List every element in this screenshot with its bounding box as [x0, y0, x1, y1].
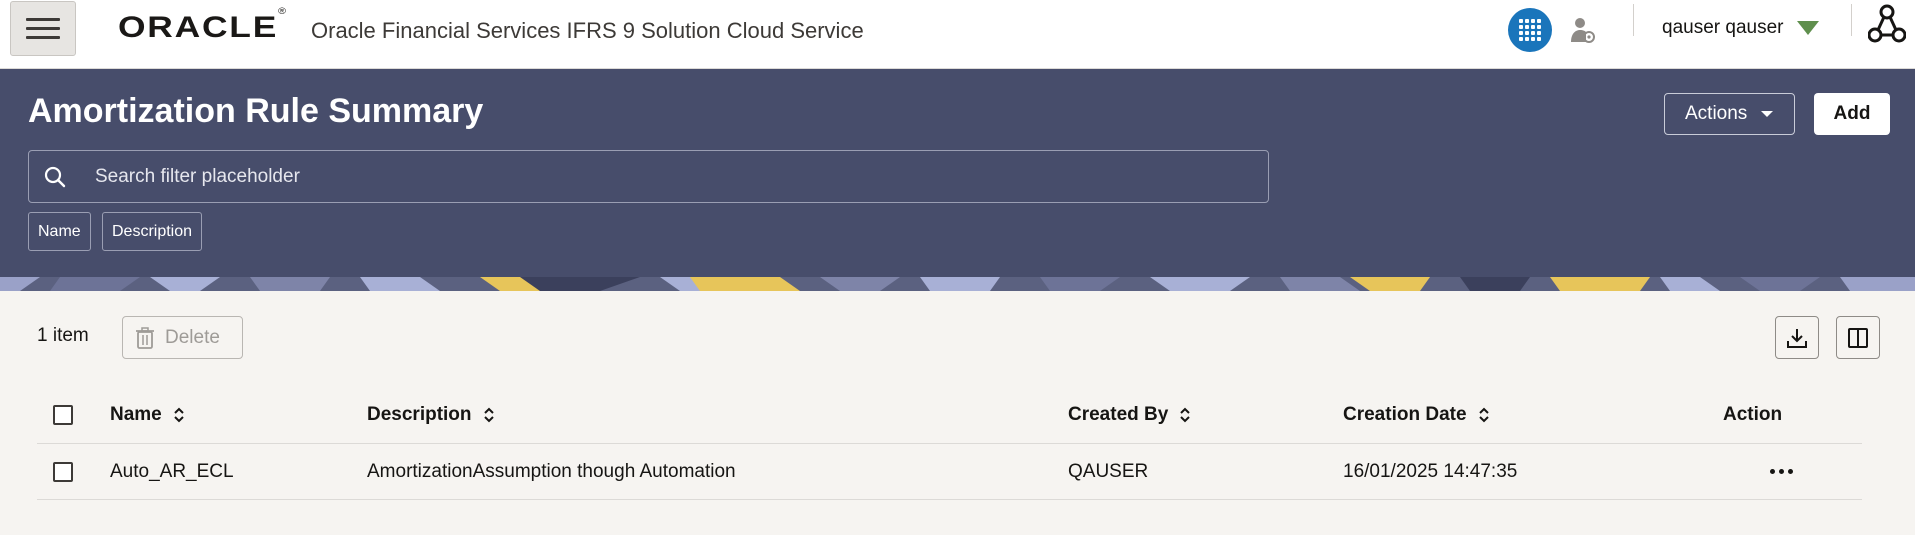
column-header-action: Action — [1723, 403, 1783, 425]
column-header-description[interactable]: Description — [367, 386, 496, 443]
column-header-label: Creation Date — [1343, 403, 1467, 425]
chevron-down-icon[interactable] — [1797, 21, 1819, 35]
sort-icon[interactable] — [1178, 406, 1192, 424]
sort-icon[interactable] — [1477, 406, 1491, 424]
row-select-cell — [53, 444, 73, 499]
search-icon — [29, 166, 81, 188]
page-header-banner: Amortization Rule Summary Actions Add Na… — [0, 69, 1915, 291]
user-name[interactable]: qauser qauser — [1662, 17, 1783, 39]
actions-menu-button[interactable]: Actions — [1664, 93, 1795, 135]
delete-label: Delete — [165, 326, 220, 348]
header-divider — [1851, 4, 1852, 36]
sort-icon[interactable] — [482, 406, 496, 424]
menu-icon-bar — [26, 27, 60, 30]
table-row[interactable]: Auto_AR_ECL AmortizationAssumption thoug… — [37, 444, 1862, 500]
hierarchy-icon[interactable] — [1868, 4, 1906, 44]
actions-label: Actions — [1685, 103, 1748, 124]
menu-icon-bar — [26, 36, 60, 39]
sort-icon[interactable] — [172, 406, 186, 424]
trash-icon — [136, 326, 154, 349]
column-header-name[interactable]: Name — [110, 386, 186, 443]
user-settings-icon[interactable] — [1570, 16, 1596, 44]
app-grid-button[interactable] — [1508, 8, 1552, 52]
menu-button[interactable] — [10, 1, 76, 56]
item-count: 1 item — [37, 325, 89, 346]
search-input[interactable] — [95, 165, 1255, 188]
select-all-cell — [53, 386, 73, 443]
select-all-checkbox[interactable] — [53, 404, 73, 425]
caret-down-icon — [1761, 111, 1774, 117]
column-header-label: Description — [367, 403, 472, 425]
app-title: Oracle Financial Services IFRS 9 Solutio… — [311, 18, 864, 43]
cell-name[interactable]: Auto_AR_ECL — [110, 444, 234, 499]
filter-chip-description[interactable]: Description — [102, 212, 203, 251]
filter-chip-name[interactable]: Name — [28, 212, 91, 251]
column-header-label: Created By — [1068, 403, 1169, 425]
amortization-rules-table: Name Description Created By Creation Dat… — [37, 386, 1862, 500]
menu-icon-bar — [26, 18, 60, 21]
header-divider — [1633, 4, 1634, 36]
download-button[interactable] — [1775, 316, 1819, 359]
row-checkbox[interactable] — [53, 461, 73, 482]
cell-creation-date: 16/01/2025 14:47:35 — [1343, 460, 1518, 482]
decorative-banner-pattern — [0, 277, 1915, 291]
columns-icon — [1848, 327, 1868, 348]
oracle-logo: ORACLE® — [118, 6, 286, 44]
column-header-created-by[interactable]: Created By — [1068, 386, 1192, 443]
page-title: Amortization Rule Summary — [28, 92, 484, 130]
more-actions-icon[interactable] — [1770, 469, 1793, 474]
column-header-label: Name — [110, 403, 162, 425]
add-button[interactable]: Add — [1814, 93, 1890, 135]
download-icon — [1787, 328, 1807, 348]
app-grid-icon — [1519, 19, 1541, 41]
delete-button[interactable]: Delete — [122, 316, 243, 359]
column-header-creation-date[interactable]: Creation Date — [1343, 386, 1491, 443]
search-field[interactable] — [28, 150, 1269, 203]
table-header-row: Name Description Created By Creation Dat… — [37, 386, 1862, 444]
cell-created-by: QAUSER — [1068, 460, 1149, 482]
row-actions-cell — [1770, 444, 1793, 499]
columns-button[interactable] — [1836, 316, 1880, 359]
cell-description: AmortizationAssumption though Automation — [367, 460, 736, 482]
top-header: ORACLE® Oracle Financial Services IFRS 9… — [0, 0, 1915, 69]
